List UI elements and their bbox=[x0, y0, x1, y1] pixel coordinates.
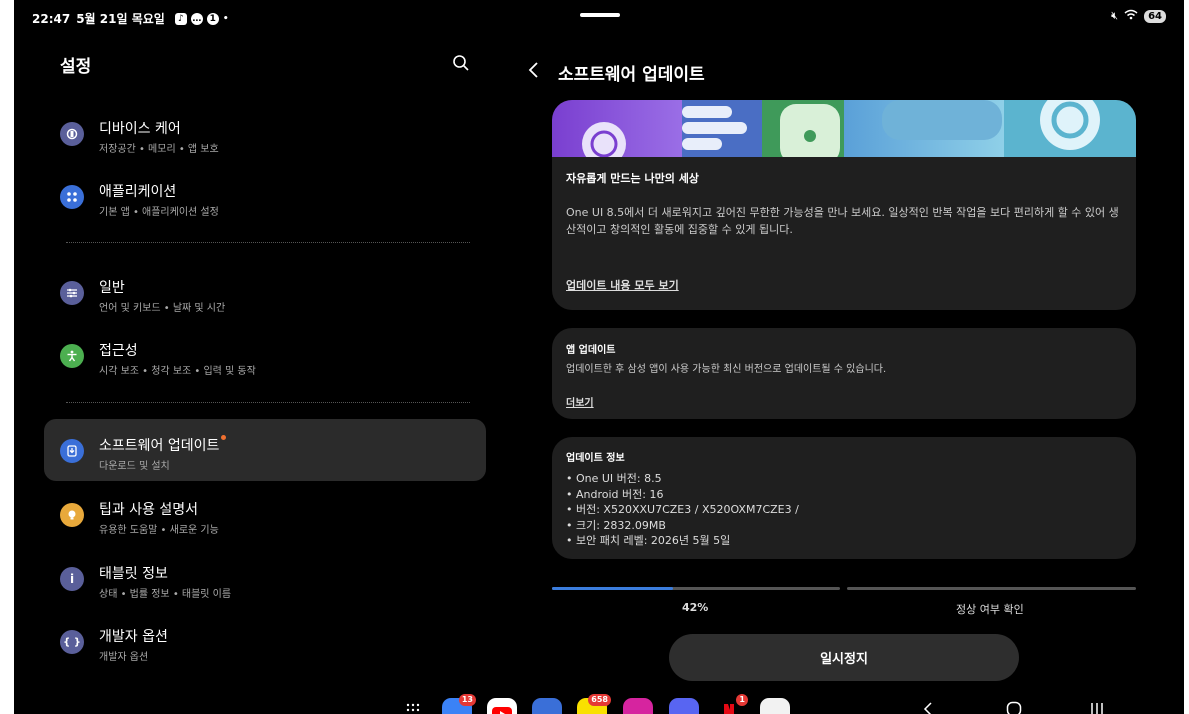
home-nav-icon[interactable] bbox=[1006, 701, 1022, 714]
menu-item-title: 소프트웨어 업데이트 bbox=[99, 435, 227, 455]
feature-card-heading: 자유롭게 만드는 나만의 세상 bbox=[566, 172, 699, 185]
page-title: 소프트웨어 업데이트 bbox=[558, 65, 705, 85]
taskbar: 13 658 1 bbox=[14, 693, 1184, 714]
menu-item-tablet-info[interactable]: i 태블릿 정보 상태 • 법률 정보 • 태블릿 이름 bbox=[44, 547, 486, 609]
info-line: • One UI 버전: 8.5 bbox=[566, 472, 662, 485]
recents-nav-icon[interactable] bbox=[1090, 701, 1104, 714]
menu-item-title-text: 소프트웨어 업데이트 bbox=[99, 438, 220, 454]
menu-item-title: 접근성 bbox=[99, 343, 138, 359]
verify-step-label: 정상 여부 확인 bbox=[956, 603, 1024, 616]
battery-indicator: 64 bbox=[1144, 9, 1166, 23]
menu-item-accessibility[interactable]: 접근성 시각 보조 • 청각 보조 • 입력 및 동작 bbox=[44, 324, 486, 386]
device-care-icon bbox=[60, 122, 84, 146]
download-progress-bar bbox=[552, 587, 840, 590]
wifi-icon bbox=[1124, 9, 1138, 23]
back-nav-icon[interactable] bbox=[922, 701, 934, 714]
menu-item-subtitle: 개발자 옵션 bbox=[99, 652, 149, 663]
software-update-icon bbox=[60, 439, 84, 463]
menu-item-title: 애플리케이션 bbox=[99, 184, 177, 200]
info-line: • 보안 패치 레벨: 2026년 5월 5일 bbox=[566, 534, 731, 547]
menu-item-subtitle: 유용한 도움말 • 새로운 기능 bbox=[99, 525, 219, 536]
menu-item-subtitle: 저장공간 • 메모리 • 앱 보호 bbox=[99, 144, 219, 155]
tips-icon bbox=[60, 503, 84, 527]
progress-percent: 42% bbox=[682, 601, 709, 614]
music-notif-icon: ♪ bbox=[174, 12, 187, 25]
notif-count-badge: 1 bbox=[206, 12, 219, 25]
netflix-app-icon[interactable]: 1 bbox=[714, 694, 748, 714]
accessibility-icon bbox=[60, 344, 84, 368]
update-info-heading: 업데이트 정보 bbox=[566, 453, 625, 464]
menu-item-subtitle: 시각 보조 • 청각 보조 • 입력 및 동작 bbox=[99, 366, 256, 377]
app-drawer-icon[interactable] bbox=[406, 702, 420, 714]
update-info-list: • One UI 버전: 8.5 • Android 버전: 16 • 버전: … bbox=[566, 471, 799, 549]
verify-progress-bar bbox=[847, 587, 1136, 590]
app-badge: 658 bbox=[588, 694, 611, 706]
app-update-card: 앱 업데이트 업데이트한 후 삼성 앱이 사용 가능한 최신 버전으로 업데이트… bbox=[552, 328, 1136, 419]
download-progress-fill bbox=[552, 587, 673, 590]
menu-item-general[interactable]: 일반 언어 및 키보드 • 날짜 및 시간 bbox=[44, 261, 486, 323]
new-badge-dot bbox=[221, 435, 227, 440]
info-line: • Android 버전: 16 bbox=[566, 487, 664, 501]
menu-item-subtitle: 기본 앱 • 애플리케이션 설정 bbox=[99, 207, 219, 218]
messages-app-icon[interactable]: 13 bbox=[442, 694, 476, 714]
menu-item-developer-options[interactable]: { } 개발자 옵션 개발자 옵션 bbox=[44, 610, 486, 672]
multiwindow-handle[interactable] bbox=[580, 13, 620, 17]
view-all-updates-link[interactable]: 업데이트 내용 모두 보기 bbox=[566, 277, 679, 293]
app-badge: 1 bbox=[736, 694, 748, 706]
info-icon: i bbox=[60, 567, 84, 591]
developer-icon: { } bbox=[60, 630, 84, 654]
youtube-app-icon[interactable] bbox=[487, 698, 517, 714]
menu-item-tips[interactable]: 팁과 사용 설명서 유용한 도움말 • 새로운 기능 bbox=[44, 483, 486, 545]
menu-item-subtitle: 다운로드 및 설치 bbox=[99, 461, 170, 472]
instagram-app-icon[interactable] bbox=[623, 698, 653, 714]
pause-button[interactable]: 일시정지 bbox=[669, 634, 1019, 681]
kakaotalk-app-icon[interactable]: 658 bbox=[577, 694, 611, 714]
browser-app-icon[interactable] bbox=[532, 698, 562, 714]
app-update-heading: 앱 업데이트 bbox=[566, 345, 616, 356]
menu-item-title: 태블릿 정보 bbox=[99, 566, 168, 582]
back-arrow-icon[interactable] bbox=[526, 60, 542, 80]
settings-title: 설정 bbox=[60, 57, 92, 77]
discord-app-icon[interactable] bbox=[669, 698, 699, 714]
more-link[interactable]: 더보기 bbox=[566, 394, 594, 409]
feature-banner-image bbox=[552, 100, 1136, 157]
laftel-app-icon[interactable] bbox=[760, 698, 790, 714]
menu-item-title: 팁과 사용 설명서 bbox=[99, 502, 199, 518]
menu-item-device-care[interactable]: 디바이스 케어 저장공간 • 메모리 • 앱 보호 bbox=[44, 102, 486, 164]
general-icon bbox=[60, 281, 84, 305]
update-info-card: 업데이트 정보 • One UI 버전: 8.5 • Android 버전: 1… bbox=[552, 437, 1136, 559]
menu-item-title: 개발자 옵션 bbox=[99, 629, 168, 645]
menu-item-subtitle: 언어 및 키보드 • 날짜 및 시간 bbox=[99, 303, 226, 314]
search-icon[interactable] bbox=[452, 54, 470, 72]
status-time: 22:47 bbox=[32, 11, 71, 26]
chat-notif-icon: … bbox=[190, 12, 203, 25]
notification-icons: ♪ … 1 • bbox=[174, 12, 229, 25]
apps-icon bbox=[60, 185, 84, 209]
screen: 22:47 5월 21일 목요일 ♪ … 1 • 🔇︎ 64 설정 디바이스 케… bbox=[14, 0, 1184, 714]
feature-card-body: One UI 8.5에서 더 새로워지고 깊어진 무한한 가능성을 만나 보세요… bbox=[566, 206, 1119, 236]
feature-card: 자유롭게 만드는 나만의 세상 One UI 8.5에서 더 새로워지고 깊어진… bbox=[552, 100, 1136, 310]
app-badge: 13 bbox=[458, 694, 476, 706]
app-update-body: 업데이트한 후 삼성 앱이 사용 가능한 최신 버전으로 업데이트될 수 있습니… bbox=[566, 364, 887, 375]
info-line: • 크기: 2832.09MB bbox=[566, 518, 666, 532]
status-date: 5월 21일 목요일 bbox=[76, 12, 165, 26]
mute-icon: 🔇︎ bbox=[1111, 9, 1119, 22]
section-divider bbox=[66, 402, 470, 403]
menu-item-title: 일반 bbox=[99, 280, 125, 296]
more-notif-dot-icon: • bbox=[222, 13, 229, 24]
section-divider bbox=[66, 242, 470, 243]
menu-item-software-update[interactable]: 소프트웨어 업데이트 다운로드 및 설치 bbox=[44, 419, 486, 481]
menu-item-applications[interactable]: 애플리케이션 기본 앱 • 애플리케이션 설정 bbox=[44, 165, 486, 227]
status-bar: 22:47 5월 21일 목요일 ♪ … 1 • 🔇︎ 64 bbox=[14, 0, 1184, 34]
menu-item-subtitle: 상태 • 법률 정보 • 태블릿 이름 bbox=[99, 589, 232, 600]
info-line: • 버전: X520XXU7CZE3 / X520OXM7CZE3 / bbox=[566, 503, 799, 516]
menu-item-title: 디바이스 케어 bbox=[99, 121, 181, 137]
